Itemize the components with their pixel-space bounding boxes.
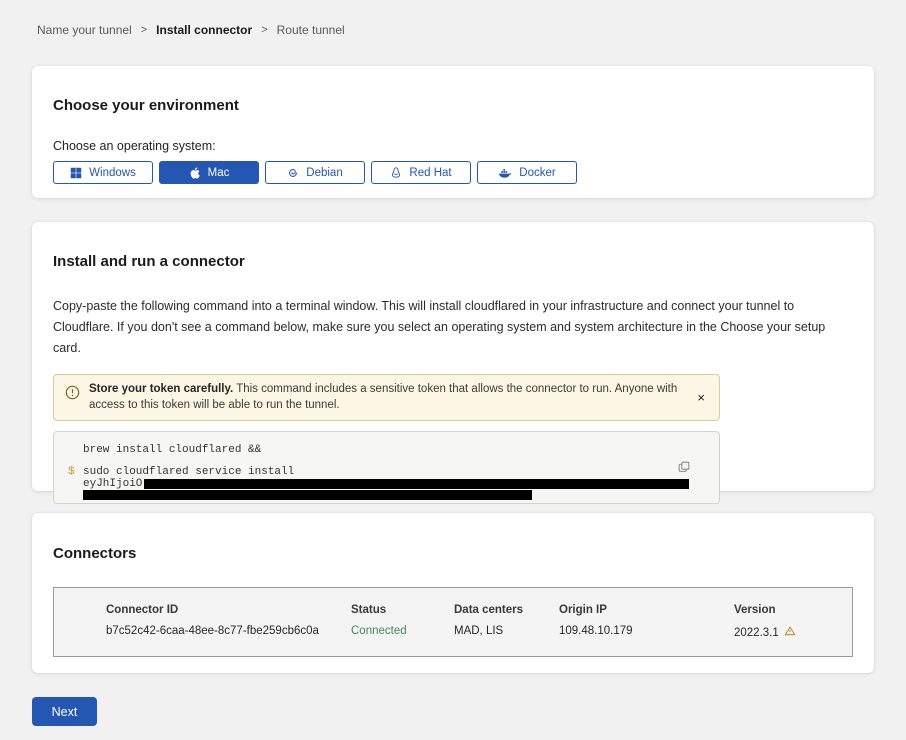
warning-text: Store your token carefully. This command… [89, 382, 684, 413]
os-button-label: Windows [89, 167, 136, 179]
token-warning-banner: Store your token carefully. This command… [53, 374, 720, 421]
column-header-data-centers: Data centers [454, 604, 559, 616]
connectors-card: Connectors Connector ID Status Data cent… [32, 513, 874, 673]
os-button-debian[interactable]: Debian [265, 161, 365, 184]
warning-triangle-icon [784, 625, 796, 640]
connector-id-value: b7c52c42-6caa-48ee-8c77-fbe259cb6c0a [106, 625, 351, 640]
install-command-code-block[interactable]: brew install cloudflared && $ sudo cloud… [53, 431, 720, 504]
token-line-2 [68, 489, 705, 500]
token-prefix: eyJhIjoiO [83, 478, 142, 490]
apple-icon [189, 166, 201, 180]
code-text-brew: brew install cloudflared && [83, 444, 261, 456]
install-card: Install and run a connector Copy-paste t… [32, 222, 874, 491]
os-button-label: Mac [208, 167, 230, 179]
os-button-label: Red Hat [409, 167, 451, 179]
environment-card: Choose your environment Choose an operat… [32, 66, 874, 198]
copy-icon[interactable] [675, 458, 693, 479]
redhat-icon [390, 166, 402, 179]
connector-origin-ip-value: 109.48.10.179 [559, 625, 734, 640]
breadcrumb-separator: > [261, 24, 267, 36]
code-prompt-spacer [68, 444, 83, 456]
breadcrumb: Name your tunnel > Install connector > R… [37, 23, 345, 37]
os-button-docker[interactable]: Docker [477, 161, 577, 184]
connector-version-cell: 2022.3.1 [734, 625, 852, 640]
shell-prompt: $ [68, 466, 83, 478]
breadcrumb-route-tunnel[interactable]: Route tunnel [277, 23, 345, 37]
connectors-table: Connector ID Status Data centers Origin … [53, 587, 853, 657]
column-header-origin-ip: Origin IP [559, 604, 734, 616]
breadcrumb-install-connector[interactable]: Install connector [156, 23, 252, 37]
close-icon[interactable]: × [693, 385, 709, 410]
tunnel-setup-page: Name your tunnel > Install connector > R… [0, 0, 906, 740]
code-line-1: brew install cloudflared && [68, 444, 705, 456]
alert-circle-icon [65, 385, 80, 405]
environment-card-title: Choose your environment [53, 66, 853, 114]
docker-icon [498, 167, 512, 179]
connector-status-badge: Connected [351, 625, 454, 640]
code-line-2: $ sudo cloudflared service install [68, 466, 705, 478]
install-card-title: Install and run a connector [53, 222, 853, 270]
connectors-card-title: Connectors [53, 513, 853, 562]
column-header-version: Version [734, 604, 852, 616]
token-line-1: eyJhIjoiO [68, 478, 705, 489]
redacted-token-bar [83, 490, 532, 500]
breadcrumb-name-your-tunnel[interactable]: Name your tunnel [37, 23, 132, 37]
next-button[interactable]: Next [32, 697, 97, 726]
os-button-label: Debian [306, 167, 342, 179]
os-button-row: Windows Mac Debian [53, 161, 853, 184]
redacted-token-bar [144, 479, 689, 489]
code-text-sudo: sudo cloudflared service install [83, 466, 294, 478]
install-description: Copy-paste the following command into a … [53, 296, 853, 359]
debian-icon [287, 167, 299, 179]
os-button-mac[interactable]: Mac [159, 161, 259, 184]
os-button-label: Docker [519, 167, 555, 179]
windows-icon [70, 167, 82, 179]
os-button-windows[interactable]: Windows [53, 161, 153, 184]
os-button-redhat[interactable]: Red Hat [371, 161, 471, 184]
os-label: Choose an operating system: [53, 139, 853, 153]
connector-version-value: 2022.3.1 [734, 627, 779, 639]
column-header-connector-id: Connector ID [106, 604, 351, 616]
connector-data-centers-value: MAD, LIS [454, 625, 559, 640]
column-header-status: Status [351, 604, 454, 616]
breadcrumb-separator: > [141, 24, 147, 36]
warning-text-bold: Store your token carefully. [89, 383, 233, 395]
